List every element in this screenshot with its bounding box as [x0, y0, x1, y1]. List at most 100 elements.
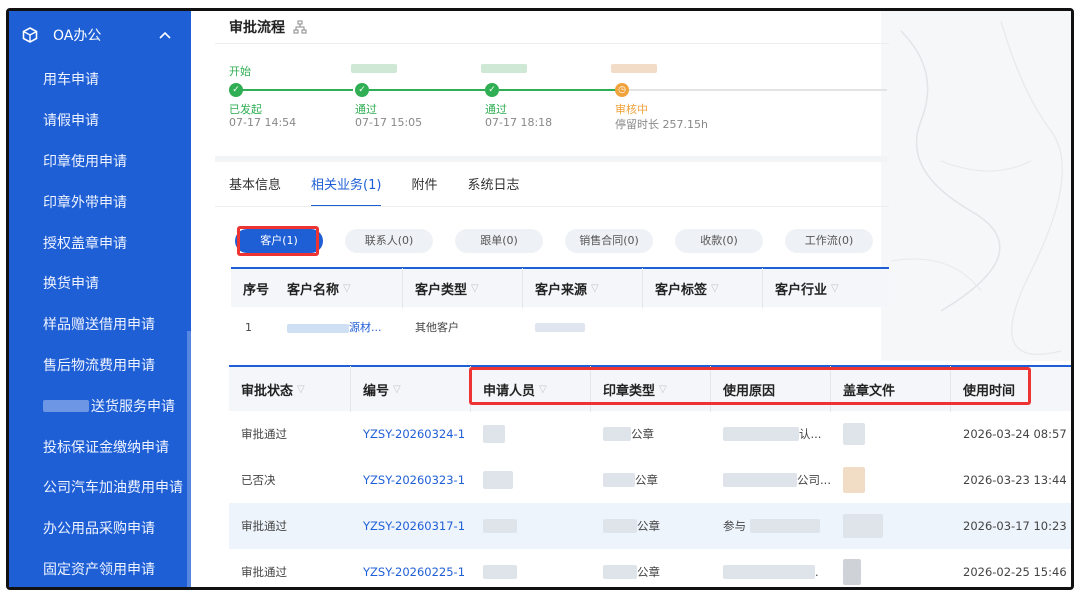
sidebar-item-vehicle[interactable]: 用车申请	[9, 59, 191, 100]
applicant	[471, 425, 591, 443]
step-status: 已发起	[229, 103, 262, 116]
org-chart-icon[interactable]	[293, 20, 307, 34]
redacted-text	[535, 323, 585, 332]
tab-system-log[interactable]: 系统日志	[467, 177, 519, 207]
sealed-file[interactable]	[831, 423, 951, 445]
sidebar-item-label: 公司汽车加油费用申请	[43, 480, 183, 497]
file-thumbnail[interactable]	[843, 423, 865, 445]
redacted-text	[603, 565, 637, 579]
pill-payment[interactable]: 收款(0)	[675, 229, 763, 253]
tab-basic-info[interactable]: 基本信息	[229, 177, 281, 207]
column-header-label: 客户类型	[415, 282, 468, 298]
sidebar-item-delivery-service[interactable]: 送货服务申请	[9, 385, 191, 426]
redacted-text	[603, 519, 637, 533]
file-thumbnail[interactable]	[843, 514, 883, 538]
column-header[interactable]: 客户来源 ▽	[523, 268, 643, 308]
use-reason-text: 参与	[723, 519, 746, 533]
pill-contact[interactable]: 联系人(0)	[345, 229, 433, 253]
redacted-step-name	[351, 64, 397, 73]
file-thumbnail[interactable]	[843, 467, 865, 493]
chevron-up-icon[interactable]	[159, 28, 171, 42]
redacted-text	[603, 473, 635, 487]
table-row[interactable]: 审批通过 YZSY-20260317-1 公章 参与 2026-03-17 10…	[229, 503, 1071, 549]
filter-icon[interactable]: ▽	[591, 283, 599, 294]
sidebar-item-label: 印章使用申请	[43, 153, 127, 170]
filter-icon[interactable]: ▽	[393, 384, 401, 395]
filter-icon[interactable]: ▽	[831, 283, 839, 294]
sidebar-item-sample[interactable]: 样品赠送借用申请	[9, 304, 191, 345]
column-header-label: 审批状态	[241, 383, 294, 399]
tab-attachments[interactable]: 附件	[411, 177, 437, 207]
tab-related-business[interactable]: 相关业务(1)	[311, 177, 382, 207]
column-header-label: 客户行业	[775, 282, 828, 298]
file-thumbnail[interactable]	[843, 559, 861, 585]
sidebar-item-leave[interactable]: 请假申请	[9, 100, 191, 141]
sidebar-item-fixed-assets[interactable]: 固定资产领用申请	[9, 549, 191, 587]
map-background	[881, 11, 1071, 361]
approval-code-link[interactable]: YZSY-20260323-1	[351, 473, 471, 487]
sealed-file[interactable]	[831, 514, 951, 538]
sealed-file[interactable]	[831, 467, 951, 493]
customer-name-link[interactable]: 源材...	[283, 319, 403, 335]
pill-followup[interactable]: 跟单(0)	[455, 229, 543, 253]
approval-status: 审批通过	[241, 519, 287, 533]
filter-icon[interactable]: ▽	[471, 283, 479, 294]
filter-icon[interactable]: ▽	[343, 283, 351, 294]
column-header-label: 客户标签	[655, 282, 708, 298]
table-row[interactable]: 已否决 YZSY-20260323-1 公章 公司... 2026-03-23 …	[229, 457, 1071, 503]
use-reason-text: 认...	[799, 427, 822, 441]
applicant	[471, 565, 591, 579]
sidebar-item-exchange[interactable]: 换货申请	[9, 263, 191, 304]
pill-workflow[interactable]: 工作流(0)	[785, 229, 873, 253]
table-row[interactable]: 审批通过 YZSY-20260324-1 公章 认... 2026-03-24 …	[229, 411, 1071, 457]
redacted-text	[723, 473, 798, 487]
sealed-file[interactable]	[831, 559, 951, 585]
step-time: 07-17 14:54	[229, 116, 297, 129]
sidebar-item-label: 请假申请	[43, 113, 99, 130]
clock-icon: ◷	[615, 83, 629, 97]
use-time: 2026-03-23 13:44	[963, 473, 1067, 487]
sidebar: OA办公 用车申请 请假申请 印章使用申请 印章外带申请 授权盖章申请 换货申请…	[9, 11, 191, 587]
sidebar-item-seal-use[interactable]: 印章使用申请	[9, 141, 191, 182]
sidebar-item-authorized-seal[interactable]: 授权盖章申请	[9, 222, 191, 263]
step-start-label: 开始	[229, 65, 251, 78]
redacted-text	[483, 519, 517, 533]
pill-sales-contract[interactable]: 销售合同(0)	[565, 229, 653, 253]
sidebar-item-bid-deposit[interactable]: 投标保证金缴纳申请	[9, 426, 191, 467]
step-connector	[629, 89, 887, 91]
sidebar-item-office-supplies[interactable]: 办公用品采购申请	[9, 508, 191, 549]
redacted-text	[723, 565, 815, 579]
filter-icon[interactable]: ▽	[711, 283, 719, 294]
sidebar-item-aftersale-logistics[interactable]: 售后物流费用申请	[9, 345, 191, 386]
approval-steps: 开始 ✓ ✓ ✓ ◷ 已发起 通过 通过 审核中 07-17 14:54 07-…	[229, 59, 889, 149]
column-header[interactable]: 客户标签 ▽	[643, 268, 763, 308]
approval-code-link[interactable]: YZSY-20260324-1	[351, 427, 471, 441]
column-header[interactable]: 编号 ▽	[351, 366, 471, 412]
column-header[interactable]: 客户类型 ▽	[403, 268, 523, 308]
approval-code-link[interactable]: YZSY-20260225-1	[351, 565, 471, 579]
filter-icon[interactable]: ▽	[297, 384, 305, 395]
row-index: 1	[245, 320, 252, 334]
table-row[interactable]: 审批通过 YZSY-20260225-1 公章 . 2026-02-25 15:…	[229, 549, 1071, 587]
sidebar-group-title: OA办公	[53, 28, 102, 44]
column-header[interactable]: 审批状态 ▽	[229, 366, 351, 412]
use-reason: 公司...	[711, 472, 831, 488]
column-header[interactable]: 客户行业 ▽	[763, 268, 889, 308]
redacted-text	[750, 519, 820, 533]
sidebar-item-seal-takeout[interactable]: 印章外带申请	[9, 181, 191, 222]
sidebar-item-label: 用车申请	[43, 72, 99, 89]
redacted-text	[483, 425, 505, 443]
check-icon: ✓	[485, 83, 499, 97]
approval-status: 审批通过	[241, 427, 287, 441]
table-row[interactable]: 1 源材... 其他客户	[231, 307, 889, 347]
check-icon: ✓	[355, 83, 369, 97]
sidebar-group-header[interactable]: OA办公	[9, 11, 191, 59]
step-status: 通过	[485, 103, 507, 116]
sidebar-item-fuel-expense[interactable]: 公司汽车加油费用申请	[9, 467, 191, 508]
use-time: 2026-03-17 10:23	[963, 519, 1067, 533]
seal-type-text: 公章	[637, 519, 660, 533]
redacted-step-name	[611, 64, 657, 73]
column-header[interactable]: 客户名称 ▽	[283, 268, 403, 308]
use-reason: .	[711, 565, 831, 579]
approval-code-link[interactable]: YZSY-20260317-1	[351, 519, 471, 533]
